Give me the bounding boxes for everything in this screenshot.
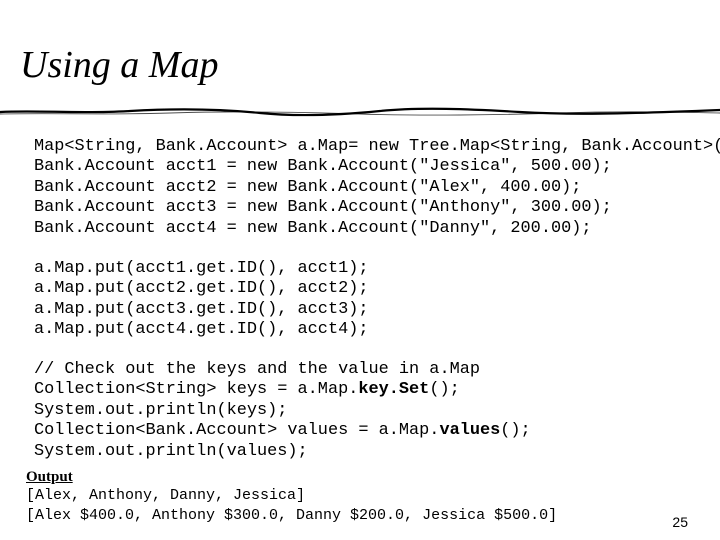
code-segment: , 200.00);: [490, 218, 592, 238]
code-segment: , 400.00);: [480, 177, 582, 197]
code-segment: Bank.Account(: [277, 177, 420, 197]
code-line: System.out.println(keys);: [34, 401, 531, 421]
code-line: a.Map.put(acct2.get.ID(), acct2);: [34, 279, 369, 299]
code-segment: Bank.Account(: [277, 198, 420, 218]
code-line: Collection<String> keys = a.Map.key.Set(…: [34, 380, 531, 400]
code-string: "Alex": [419, 177, 481, 197]
code-method-name: values: [439, 421, 501, 441]
code-keyword: new: [246, 157, 278, 177]
code-line: Bank.Account acct1 = new Bank.Account("J…: [34, 157, 720, 177]
code-segment: Collection<Bank.Account> values = a.Map.: [34, 421, 440, 441]
page-number: 25: [672, 514, 688, 530]
code-string: "Anthony": [419, 198, 511, 218]
code-line: a.Map.put(acct3.get.ID(), acct3);: [34, 300, 369, 320]
code-segment: a.Map.put(acct1.get.ID(), acct1);: [34, 259, 369, 278]
title-underline-rule: [0, 107, 720, 117]
slide-title: Using a Map: [20, 44, 219, 86]
code-segment: a.Map.put(acct3.get.ID(), acct3);: [34, 299, 369, 319]
code-segment: Bank.Account acct4 =: [34, 218, 247, 238]
output-label: Output: [26, 469, 73, 485]
code-string: "Danny": [419, 218, 491, 238]
code-line: a.Map.put(acct4.get.ID(), acct4);: [34, 320, 369, 340]
code-segment: Bank.Account acct2 =: [34, 177, 247, 197]
code-line: a.Map.put(acct1.get.ID(), acct1);: [34, 259, 369, 279]
code-segment: System.out.println(values);: [34, 441, 308, 461]
code-line: // Check out the keys and the value in a…: [34, 360, 531, 380]
output-line-keys: [Alex, Anthony, Danny, Jessica]: [26, 487, 306, 504]
code-block-map-puts: a.Map.put(acct1.get.ID(), acct1); a.Map.p…: [34, 259, 369, 341]
code-segment: ();: [429, 380, 460, 400]
code-block-declarations: Map<String, Bank.Account> a.Map= new Tre…: [34, 137, 720, 239]
code-keyword: new: [246, 177, 278, 197]
code-line: Map<String, Bank.Account> a.Map= new Tre…: [34, 137, 720, 157]
code-segment: System.out.println(keys);: [34, 400, 288, 420]
code-line: Collection<Bank.Account> values = a.Map.…: [34, 421, 531, 441]
code-segment: Bank.Account(: [277, 218, 420, 238]
code-segment: Bank.Account(: [277, 157, 420, 177]
code-segment: Collection<String> keys = a.Map.: [34, 380, 359, 400]
code-keyword: new: [246, 218, 278, 238]
code-segment: a.Map.put(acct4.get.ID(), acct4);: [34, 320, 369, 340]
code-line: Bank.Account acct4 = new Bank.Account("D…: [34, 219, 720, 239]
code-segment: , 500.00);: [510, 157, 612, 177]
code-segment: ();: [500, 421, 531, 441]
code-segment: Map<String, Bank.Account> a.Map=: [34, 137, 369, 156]
code-line: Bank.Account acct3 = new Bank.Account("A…: [34, 198, 720, 218]
code-segment: a.Map.put(acct2.get.ID(), acct2);: [34, 279, 369, 299]
code-keyword: new: [246, 198, 278, 218]
code-line: System.out.println(values);: [34, 442, 531, 462]
code-segment: Tree.Map<String, Bank.Account>();: [398, 137, 720, 156]
code-segment: Bank.Account acct3 =: [34, 198, 247, 218]
output-line-values: [Alex $400.0, Anthony $300.0, Danny $200…: [26, 507, 558, 524]
code-segment: , 300.00);: [510, 198, 612, 218]
code-string: "Jessica": [419, 157, 511, 177]
code-keyword: new: [368, 137, 399, 156]
code-segment: Bank.Account acct1 =: [34, 157, 247, 177]
code-comment: // Check out the keys and the value in a…: [34, 360, 480, 379]
code-method-name: key.Set: [358, 380, 430, 400]
code-line: Bank.Account acct2 = new Bank.Account("A…: [34, 178, 720, 198]
code-block-collections: // Check out the keys and the value in a…: [34, 360, 531, 462]
